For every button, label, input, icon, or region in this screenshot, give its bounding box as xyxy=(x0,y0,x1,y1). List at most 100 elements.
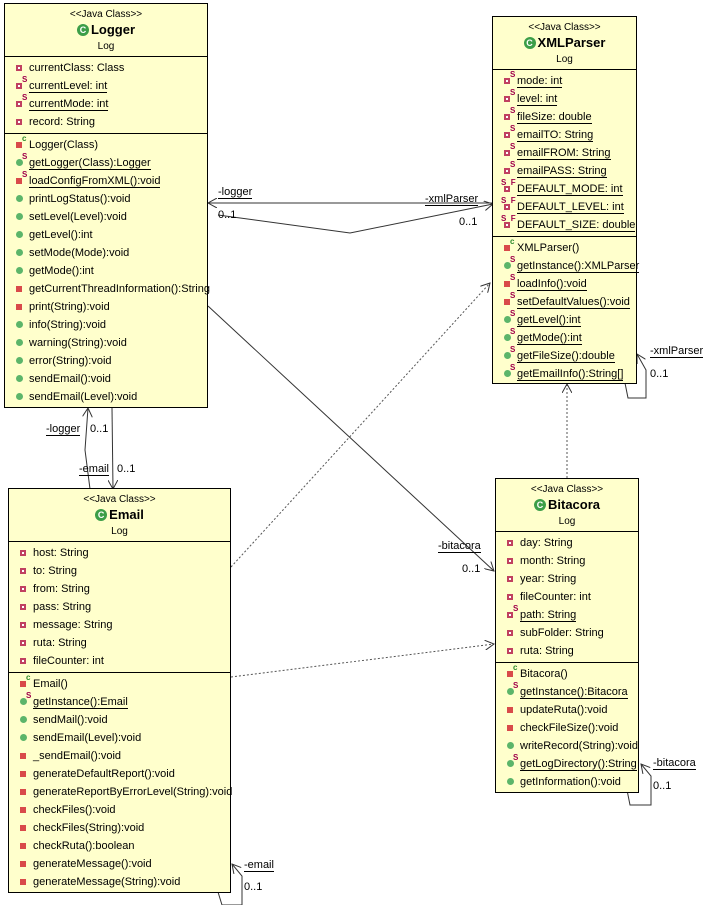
private-visibility-icon xyxy=(507,540,513,546)
method-row[interactable]: setLevel(Level):void xyxy=(5,208,207,226)
constructor-modifier-icon: c xyxy=(22,134,27,143)
private-visibility-icon xyxy=(20,622,26,628)
method-text: setMode(Mode):void xyxy=(29,247,130,259)
edge-logger-to-email xyxy=(112,407,113,489)
method-row[interactable]: sendEmail(Level):void xyxy=(9,729,230,747)
private-visibility-icon xyxy=(20,861,26,867)
method-row[interactable]: sendEmail():void xyxy=(5,370,207,388)
method-row[interactable]: getCurrentThreadInformation():String xyxy=(5,280,210,298)
method-row[interactable]: _sendEmail():void xyxy=(9,747,230,765)
static-modifier-icon: S xyxy=(510,142,516,151)
method-row[interactable]: c Logger(Class) xyxy=(5,134,207,154)
method-row[interactable]: SgetInstance():Bitacora xyxy=(496,681,638,701)
field-text: path: String xyxy=(520,609,577,622)
method-row[interactable]: print(String):void xyxy=(5,298,207,316)
method-row[interactable]: checkFiles(String):void xyxy=(9,819,230,837)
static-modifier-icon: S xyxy=(510,88,516,97)
class-logger[interactable]: <<Java Class>> C Logger Log currentClass:… xyxy=(4,3,210,408)
method-row[interactable]: SgetLogDirectory():String xyxy=(496,753,638,773)
field-row[interactable]: year: String xyxy=(496,570,638,588)
field-row[interactable]: fileCounter: int xyxy=(9,652,230,670)
methods-compartment: c Email() SgetInstance():Email sendMail():v… xyxy=(9,672,233,893)
field-row[interactable]: from: String xyxy=(9,580,230,598)
field-row[interactable]: ScurrentLevel: int xyxy=(5,75,207,95)
method-row[interactable]: getLevel():int xyxy=(5,226,207,244)
method-row[interactable]: generateReportByErrorLevel(String):void xyxy=(9,783,233,801)
edge-email-to-logger xyxy=(85,408,90,490)
field-row[interactable]: message: String xyxy=(9,616,230,634)
method-row[interactable]: SgetInstance():Email xyxy=(9,691,230,711)
method-text: getLogDirectory():String xyxy=(520,758,637,771)
method-text: generateMessage(String):void xyxy=(33,876,181,888)
class-xmlparser[interactable]: <<Java Class>> C XMLParser Log Smode: int… xyxy=(492,16,640,384)
method-row[interactable]: sendMail():void xyxy=(9,711,230,729)
method-row[interactable]: updateRuta():void xyxy=(496,701,638,719)
private-visibility-icon xyxy=(20,586,26,592)
field-row[interactable]: month: String xyxy=(496,552,638,570)
field-row[interactable]: subFolder: String xyxy=(496,624,638,642)
field-row[interactable]: host: String xyxy=(9,544,230,562)
method-row[interactable]: warning(String):void xyxy=(5,334,207,352)
method-row[interactable]: checkFiles():void xyxy=(9,801,230,819)
method-text: XMLParser() xyxy=(517,242,580,254)
field-text: DEFAULT_LEVEL: int xyxy=(517,201,624,214)
method-row[interactable]: getInformation():void xyxy=(496,773,638,791)
method-row[interactable]: generateMessage(String):void xyxy=(9,873,230,891)
method-row[interactable]: checkFileSize():void xyxy=(496,719,638,737)
field-row[interactable]: currentClass: Class xyxy=(5,59,207,77)
method-row[interactable]: printLogStatus():void xyxy=(5,190,207,208)
method-text: generateReportByErrorLevel(String):void xyxy=(33,786,233,798)
field-text: fileCounter: int xyxy=(33,655,104,667)
multiplicity-xmlparser-self: 0..1 xyxy=(650,368,669,380)
method-text: Email() xyxy=(33,678,68,690)
stereotype: <<Java Class>> xyxy=(83,494,156,505)
field-row[interactable]: ruta: String xyxy=(496,642,638,660)
static-modifier-icon: S xyxy=(510,309,516,318)
field-row[interactable]: record: String xyxy=(5,113,207,131)
private-visibility-icon xyxy=(20,843,26,849)
field-text: mode: int xyxy=(517,75,563,88)
class-email[interactable]: <<Java Class>> C Email Log host: String to… xyxy=(8,488,233,893)
private-visibility-icon xyxy=(507,707,513,713)
public-visibility-icon xyxy=(20,716,27,723)
static-modifier-icon: S xyxy=(513,604,519,613)
method-row[interactable]: SloadConfigFromXML():void xyxy=(5,170,207,190)
method-text: Bitacora() xyxy=(520,668,568,680)
field-row[interactable]: ScurrentMode: int xyxy=(5,93,207,113)
method-row[interactable]: generateMessage():void xyxy=(9,855,230,873)
static-modifier-icon: S xyxy=(510,363,516,372)
field-text: ruta: String xyxy=(33,637,87,649)
multiplicity-logger: 0..1 xyxy=(218,209,237,221)
static-modifier-icon: S xyxy=(510,327,516,336)
method-row[interactable]: SgetEmailInfo():String[] xyxy=(493,363,636,383)
field-row[interactable]: Spath: String xyxy=(496,604,638,624)
static-modifier-icon: S xyxy=(513,681,519,690)
method-row[interactable]: SgetLogger(Class):Logger xyxy=(5,152,207,172)
multiplicity-email-logger: 0..1 xyxy=(90,423,109,435)
static-modifier-icon: S xyxy=(510,124,516,133)
field-text: currentLevel: int xyxy=(29,80,108,93)
static-final-modifier-icon: S F xyxy=(501,214,516,223)
package-name: Log xyxy=(111,526,128,537)
constructor-modifier-icon: c xyxy=(510,237,515,246)
field-row[interactable]: pass: String xyxy=(9,598,230,616)
method-row[interactable]: setMode(Mode):void xyxy=(5,244,207,262)
field-row[interactable]: ruta: String xyxy=(9,634,230,652)
method-text: getMode():int xyxy=(29,265,94,277)
method-row[interactable]: checkRuta():boolean xyxy=(9,837,230,855)
private-visibility-icon xyxy=(507,725,513,731)
method-row[interactable]: sendEmail(Level):void xyxy=(5,388,207,406)
field-text: month: String xyxy=(520,555,586,567)
method-row[interactable]: getMode():int xyxy=(5,262,207,280)
field-row[interactable]: to: String xyxy=(9,562,230,580)
method-row[interactable]: generateDefaultReport():void xyxy=(9,765,230,783)
method-row[interactable]: c Email() xyxy=(9,673,230,693)
class-bitacora[interactable]: <<Java Class>> C Bitacora Log day: String… xyxy=(495,478,639,793)
field-row[interactable]: S F DEFAULT_SIZE: double xyxy=(493,214,636,234)
field-row[interactable]: day: String xyxy=(496,534,638,552)
method-row[interactable]: info(String):void xyxy=(5,316,207,334)
field-text: fileCounter: int xyxy=(520,591,591,603)
method-row[interactable]: error(String):void xyxy=(5,352,207,370)
method-text: getInstance():Email xyxy=(33,696,128,709)
role-label-email-logger: -logger xyxy=(46,423,81,436)
